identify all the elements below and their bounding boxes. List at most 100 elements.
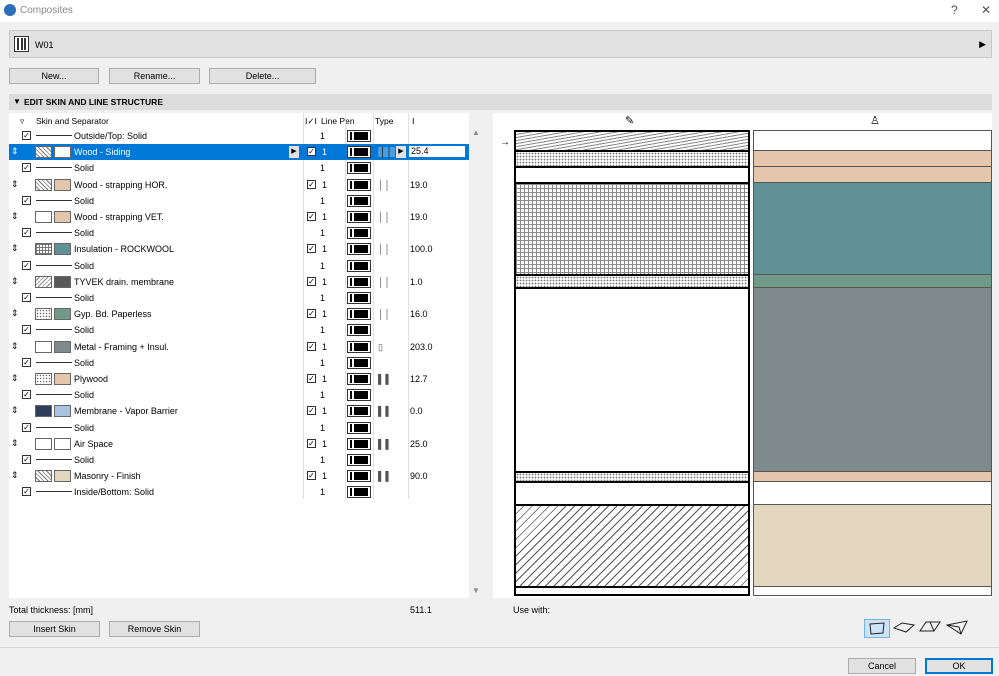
insert-skin-button[interactable]: Insert Skin bbox=[9, 621, 100, 637]
separator-checkbox[interactable]: ✓ bbox=[22, 195, 31, 205]
skin-type-icon[interactable]: ▌▌ bbox=[378, 439, 393, 449]
visibility-checkbox[interactable]: ✓ bbox=[307, 276, 316, 286]
separator-checkbox[interactable]: ✓ bbox=[22, 260, 31, 270]
skin-row[interactable]: ⇕ Gyp. Bd. Paperless ✓ 1 ││ 16.0 bbox=[9, 306, 469, 322]
hatch-swatch[interactable] bbox=[35, 405, 52, 418]
skin-type-icon[interactable]: ▌▌ bbox=[378, 374, 393, 384]
separator-row[interactable]: ✓ Solid 1 bbox=[9, 420, 469, 436]
pen-number[interactable]: 1 bbox=[322, 471, 327, 481]
remove-skin-button[interactable]: Remove Skin bbox=[109, 621, 200, 637]
drag-handle-icon[interactable]: ⇕ bbox=[11, 146, 19, 156]
preview-color-layer[interactable] bbox=[754, 183, 991, 275]
drag-handle-icon[interactable]: ⇕ bbox=[11, 243, 19, 253]
hatch-swatch[interactable] bbox=[35, 178, 52, 191]
thickness-value[interactable]: 203.0 bbox=[410, 342, 433, 352]
surface-swatch[interactable] bbox=[54, 178, 71, 191]
line-type-swatch[interactable] bbox=[347, 275, 371, 288]
line-type-swatch[interactable] bbox=[347, 405, 371, 418]
visibility-checkbox[interactable]: ✓ bbox=[307, 147, 316, 157]
separator-checkbox[interactable]: ✓ bbox=[22, 163, 31, 173]
pen-number[interactable]: 1 bbox=[320, 423, 325, 433]
separator-checkbox[interactable]: ✓ bbox=[22, 325, 31, 335]
slab-icon[interactable] bbox=[892, 619, 918, 638]
separator-checkbox[interactable]: ✓ bbox=[22, 390, 31, 400]
line-type-swatch[interactable] bbox=[347, 243, 371, 256]
line-type-swatch[interactable] bbox=[347, 486, 371, 499]
preview-hatch-layer[interactable] bbox=[516, 276, 748, 289]
pen-number[interactable]: 1 bbox=[320, 325, 325, 335]
line-type-swatch[interactable] bbox=[347, 194, 371, 207]
pen-number[interactable]: 1 bbox=[322, 180, 327, 190]
pen-number[interactable]: 1 bbox=[322, 212, 327, 222]
hatch-swatch[interactable] bbox=[35, 243, 52, 256]
type-arrow-icon[interactable]: ▶ bbox=[396, 146, 406, 159]
preview-color-layer[interactable] bbox=[754, 131, 991, 151]
skin-row[interactable]: ⇕ Membrane - Vapor Barrier ✓ 1 ▌▌ 0.0 bbox=[9, 403, 469, 419]
separator-row[interactable]: ✓ Outside/Top: Solid 1 bbox=[9, 128, 469, 144]
preview-color-layer[interactable] bbox=[754, 288, 991, 472]
preview-hatch-layer[interactable] bbox=[516, 483, 748, 506]
preview-color-layer[interactable] bbox=[754, 505, 991, 587]
separator-row[interactable]: ✓ Solid 1 bbox=[9, 160, 469, 176]
skin-type-icon[interactable]: ▌▌ bbox=[378, 471, 393, 481]
help-button[interactable]: ? bbox=[951, 3, 958, 17]
rename-button[interactable]: Rename... bbox=[109, 68, 200, 84]
paint-bucket-icon[interactable]: ♙ bbox=[870, 114, 880, 127]
skin-row[interactable]: ⇕ Masonry - Finish ✓ 1 ▌▌ 90.0 bbox=[9, 468, 469, 484]
skin-row[interactable]: ⇕ Plywood ✓ 1 ▌▌ 12.7 bbox=[9, 371, 469, 387]
skin-type-icon[interactable]: ▯ bbox=[378, 342, 384, 353]
visibility-checkbox[interactable]: ✓ bbox=[307, 471, 316, 481]
fill-hatch-icon[interactable]: ✎ bbox=[625, 114, 634, 127]
pen-number[interactable]: 1 bbox=[320, 390, 325, 400]
preview-hatch-layer[interactable] bbox=[516, 506, 748, 588]
surface-swatch[interactable] bbox=[54, 405, 71, 418]
skin-row[interactable]: ⇕ Wood - Siding ▶ ✓ 1 ││ ▶ 25.4 bbox=[9, 144, 469, 161]
roof-icon[interactable] bbox=[918, 619, 944, 638]
hatch-swatch[interactable] bbox=[35, 211, 52, 223]
wall-icon[interactable] bbox=[864, 619, 890, 638]
visibility-checkbox[interactable]: ✓ bbox=[307, 309, 316, 319]
thickness-value[interactable]: 19.0 bbox=[410, 212, 428, 222]
hatch-swatch[interactable] bbox=[35, 308, 52, 321]
skin-row[interactable]: ⇕ Metal - Framing + Insul. ✓ 1 ▯ 203.0 bbox=[9, 339, 469, 355]
skin-type-icon[interactable]: ││ bbox=[378, 212, 391, 222]
separator-checkbox[interactable]: ✓ bbox=[22, 228, 31, 238]
skin-row[interactable]: ⇕ Insulation - ROCKWOOL ✓ 1 ││ 100.0 bbox=[9, 241, 469, 257]
drag-handle-icon[interactable]: ⇕ bbox=[11, 341, 19, 351]
thickness-value[interactable]: 12.7 bbox=[410, 374, 428, 384]
drag-handle-icon[interactable]: ⇕ bbox=[11, 373, 19, 383]
skin-type-icon[interactable]: ▌▌ bbox=[378, 406, 393, 416]
scroll-down-icon[interactable]: ▼ bbox=[472, 586, 480, 595]
skin-type-icon[interactable]: ││ bbox=[378, 309, 391, 319]
skin-arrow-icon[interactable]: ▶ bbox=[289, 146, 299, 159]
line-type-swatch[interactable] bbox=[347, 259, 371, 272]
preview-color-layer[interactable] bbox=[754, 472, 991, 482]
skin-type-icon[interactable]: ││ bbox=[378, 277, 391, 287]
pen-number[interactable]: 1 bbox=[320, 131, 325, 141]
pen-number[interactable]: 1 bbox=[322, 147, 327, 157]
surface-swatch[interactable] bbox=[54, 308, 71, 321]
skin-row[interactable]: ⇕ TYVEK drain. membrane ✓ 1 ││ 1.0 bbox=[9, 274, 469, 290]
skin-type-icon[interactable]: ││ bbox=[378, 147, 396, 158]
separator-checkbox[interactable]: ✓ bbox=[22, 455, 31, 464]
line-type-swatch[interactable] bbox=[347, 146, 371, 159]
chevron-right-icon[interactable]: ▶ bbox=[979, 39, 986, 50]
surface-swatch[interactable] bbox=[54, 437, 71, 450]
preview-hatch-layer[interactable] bbox=[516, 152, 748, 168]
drag-handle-icon[interactable]: ⇕ bbox=[11, 211, 19, 221]
scroll-up-icon[interactable]: ▲ bbox=[472, 128, 480, 137]
pen-number[interactable]: 1 bbox=[320, 228, 325, 238]
new-button[interactable]: New... bbox=[9, 68, 99, 84]
pen-number[interactable]: 1 bbox=[320, 196, 325, 206]
line-type-swatch[interactable] bbox=[347, 178, 371, 191]
hatch-swatch[interactable] bbox=[35, 470, 52, 483]
thickness-value[interactable]: 25.0 bbox=[410, 439, 428, 449]
line-type-swatch[interactable] bbox=[347, 324, 371, 337]
line-type-swatch[interactable] bbox=[347, 470, 371, 483]
separator-row[interactable]: ✓ Inside/Bottom: Solid 1 bbox=[9, 484, 469, 500]
thickness-value[interactable]: 100.0 bbox=[410, 244, 433, 254]
skin-row[interactable]: ⇕ Wood - strapping VET. ✓ 1 ││ 19.0 bbox=[9, 209, 469, 225]
thickness-input[interactable]: 25.4 bbox=[408, 145, 466, 159]
visibility-checkbox[interactable]: ✓ bbox=[307, 438, 316, 448]
surface-swatch[interactable] bbox=[54, 373, 71, 385]
